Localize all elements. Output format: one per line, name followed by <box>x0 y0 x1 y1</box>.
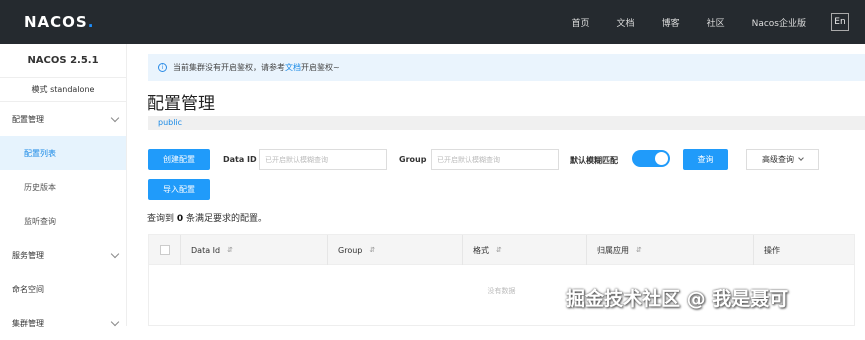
table-header: Data Id ⇵ Group ⇵ 格式 ⇵ 归属应用 ⇵ 操作 <box>149 235 854 265</box>
sort-icon[interactable]: ⇵ <box>227 246 233 254</box>
col-group[interactable]: Group ⇵ <box>328 235 463 265</box>
nav-community[interactable]: 社区 <box>707 16 725 29</box>
sidebar-item-cluster-management[interactable]: 集群管理 <box>0 306 126 340</box>
nav-blog[interactable]: 博客 <box>662 16 680 29</box>
sidebar-item-label: 服务管理 <box>12 250 44 260</box>
fuzzy-match-toggle[interactable] <box>632 150 670 167</box>
sidebar-item-config-management[interactable]: 配置管理 <box>0 102 126 136</box>
sidebar-item-label: 历史版本 <box>24 182 56 192</box>
chevron-down-icon <box>110 249 120 258</box>
sidebar-version: NACOS 2.5.1 <box>0 44 126 78</box>
sidebar-item-history[interactable]: 历史版本 <box>0 170 126 204</box>
select-all-cell <box>149 235 181 265</box>
sidebar-item-label: 监听查询 <box>24 216 56 226</box>
auth-alert: i 当前集群没有开启鉴权，请参考 文档 开启鉴权~ <box>148 54 865 81</box>
select-all-checkbox[interactable] <box>159 245 170 255</box>
info-icon: i <box>158 63 167 72</box>
col-format[interactable]: 格式 ⇵ <box>463 235 587 265</box>
sidebar-item-service-management[interactable]: 服务管理 <box>0 238 126 272</box>
sidebar-item-label: 集群管理 <box>12 318 44 328</box>
col-actions: 操作 <box>764 245 780 255</box>
chevron-down-icon <box>798 155 804 161</box>
docs-link[interactable]: 文档 <box>285 62 301 73</box>
import-config-button[interactable]: 导入配置 <box>148 179 210 200</box>
fuzzy-match-label: 默认模糊匹配 <box>570 156 618 165</box>
dataid-label: Data ID <box>223 155 257 164</box>
sidebar-item-label: 配置管理 <box>12 114 44 124</box>
sidebar-item-listener-query[interactable]: 监听查询 <box>0 204 126 238</box>
chevron-down-icon <box>110 113 120 122</box>
namespace-tab-public[interactable]: public <box>148 116 865 130</box>
top-nav: 首页 文档 博客 社区 Nacos企业版 En <box>545 0 849 44</box>
nav-enterprise[interactable]: Nacos企业版 <box>752 16 806 29</box>
sidebar-item-config-list[interactable]: 配置列表 <box>0 136 126 170</box>
sort-icon[interactable]: ⇵ <box>369 246 375 254</box>
sidebar-item-label: 命名空间 <box>12 284 44 294</box>
nav-home[interactable]: 首页 <box>572 16 590 29</box>
sort-icon[interactable]: ⇵ <box>496 246 502 254</box>
result-count: 0 <box>176 214 184 224</box>
sidebar-mode: 模式 standalone <box>0 78 126 102</box>
alert-prefix: 当前集群没有开启鉴权，请参考 <box>173 63 285 72</box>
sidebar: NACOS 2.5.1 模式 standalone 配置管理 配置列表 历史版本… <box>0 44 127 328</box>
sidebar-item-namespace[interactable]: 命名空间 <box>0 272 126 306</box>
sidebar-item-label: 配置列表 <box>24 148 56 158</box>
advanced-query-label: 高级查询 <box>762 155 794 164</box>
toggle-knob <box>655 152 668 165</box>
group-input[interactable]: 已开启默认模糊查询 <box>431 149 559 170</box>
nacos-logo[interactable]: NACOS. <box>24 13 94 31</box>
chevron-down-icon <box>110 317 120 326</box>
result-summary: 查询到 0 条满足要求的配置。 <box>147 214 268 224</box>
watermark: 掘金技术社区 @ 我是聂可 <box>566 288 789 310</box>
page-title: 配置管理 <box>147 94 215 114</box>
config-table: Data Id ⇵ Group ⇵ 格式 ⇵ 归属应用 ⇵ 操作 没有数据 <box>148 234 855 326</box>
top-navbar: NACOS. 首页 文档 博客 社区 Nacos企业版 En <box>0 0 865 44</box>
language-switch-button[interactable]: En <box>831 13 849 31</box>
alert-suffix: 开启鉴权~ <box>301 63 340 72</box>
sort-icon[interactable]: ⇵ <box>636 246 642 254</box>
advanced-query-button[interactable]: 高级查询 <box>746 149 819 170</box>
col-app[interactable]: 归属应用 ⇵ <box>587 235 754 265</box>
nav-docs[interactable]: 文档 <box>617 16 635 29</box>
group-label: Group <box>399 155 427 164</box>
dataid-input[interactable]: 已开启默认模糊查询 <box>259 149 387 170</box>
create-config-button[interactable]: 创建配置 <box>148 149 210 170</box>
col-dataid[interactable]: Data Id ⇵ <box>181 235 328 265</box>
query-button[interactable]: 查询 <box>683 149 728 170</box>
